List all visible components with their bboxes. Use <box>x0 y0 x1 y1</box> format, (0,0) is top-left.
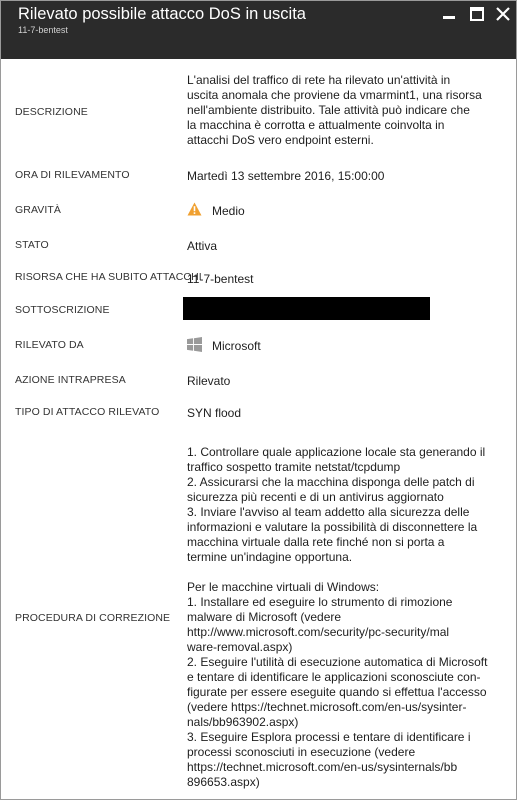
windows-logo-icon <box>187 337 202 352</box>
action-taken-label: AZIONE INTRAPRESA <box>15 374 126 386</box>
remediation-line: macchina virtuale dalla rete finché non … <box>187 535 445 549</box>
description-line: L'analisi del traffico di rete ha rileva… <box>187 73 451 87</box>
detected-by-value: Microsoft <box>212 339 261 353</box>
maximize-button[interactable] <box>469 6 485 22</box>
detection-time-value: Martedì 13 settembre 2016, 15:00:00 <box>187 169 385 183</box>
close-icon <box>496 7 510 21</box>
remediation-line: (vedere https://technet.microsoft.com/en… <box>187 700 467 714</box>
detected-by-label: RILEVATO DA <box>15 339 84 351</box>
attack-type-value: SYN flood <box>187 406 242 420</box>
remediation-line: processi sconosciuti in esecuzione (vede… <box>187 745 416 759</box>
remediation-steps-block: 1. Controllare quale applicazione locale… <box>187 445 505 565</box>
description-text: L'analisi del traffico di rete ha rileva… <box>187 73 505 148</box>
remediation-line: nals/bb963902.aspx) <box>187 715 299 729</box>
attacked-resource-label: RISORSA CHE HA SUBITO ATTACCHI <box>15 271 202 283</box>
remediation-line: informazioni e valutare la possibilità d… <box>187 520 478 534</box>
action-taken-value: Rilevato <box>187 374 231 388</box>
remediation-line: 2. Eseguire l'utilità di esecuzione auto… <box>187 655 488 669</box>
subscription-label: SOTTOSCRIZIONE <box>15 304 110 316</box>
attacked-resource-value: 11-7-bentest <box>187 272 254 286</box>
blade-title: Rilevato possibile attacco DoS in uscita <box>18 5 306 23</box>
alert-blade: Rilevato possibile attacco DoS in uscita… <box>0 0 517 800</box>
remediation-line: Per le macchine virtuali di Windows: <box>187 580 380 594</box>
remediation-line: http://www.microsoft.com/security/pc-sec… <box>187 625 450 639</box>
remediation-line: figurate per essere eseguite quando si e… <box>187 685 487 699</box>
remediation-line: 1. Controllare quale applicazione locale… <box>187 445 486 459</box>
remediation-line: 1. Installare ed eseguire lo strumento d… <box>187 595 453 609</box>
remediation-line: traffico sospetto tramite netstat/tcpdum… <box>187 460 401 474</box>
description-line: la macchina è corrotta e attualmente coi… <box>187 118 445 132</box>
remediation-line: ware-removal.aspx) <box>187 640 293 654</box>
remediation-line: 3. Inviare l'avviso al team addetto alla… <box>187 505 470 519</box>
remediation-windows-block: Per le macchine virtuali di Windows: 1. … <box>187 580 505 790</box>
remediation-line: malware di Microsoft (vedere <box>187 610 342 624</box>
remediation-line: 896653.aspx) <box>187 775 260 789</box>
state-label: STATO <box>15 239 49 251</box>
remediation-line: 3. Eseguire Esplora processi e tentare d… <box>187 730 471 744</box>
warning-icon <box>187 202 202 216</box>
remediation-line: termine un'indagine opportuna. <box>187 550 353 564</box>
description-line: attacchi DoS vero endpoint esterni. <box>187 133 374 147</box>
severity-label: GRAVITÀ <box>15 204 62 216</box>
title-bar: Rilevato possibile attacco DoS in uscita… <box>1 1 516 59</box>
remediation-label: PROCEDURA DI CORREZIONE <box>15 612 171 624</box>
subscription-redacted-value <box>183 297 430 320</box>
remediation-line: https://technet.microsoft.com/en-us/sysi… <box>187 760 458 774</box>
remediation-line: e tentare di identificare le applicazion… <box>187 670 481 684</box>
remediation-line: sicurezza più recenti e di un antivirus … <box>187 490 444 504</box>
severity-value: Medio <box>212 204 245 218</box>
blade-subtitle: 11-7-bentest <box>18 25 68 35</box>
state-value: Attiva <box>187 239 218 253</box>
close-button[interactable] <box>495 6 511 22</box>
description-line: nell'ambiente distribuito. Tale attività… <box>187 103 470 117</box>
attack-type-label: TIPO DI ATTACCO RILEVATO <box>15 406 160 418</box>
minimize-button[interactable] <box>441 6 457 22</box>
detection-time-label: ORA DI RILEVAMENTO <box>15 169 130 181</box>
remediation-line: 2. Assicurarsi che la macchina disponga … <box>187 475 475 489</box>
description-label: DESCRIZIONE <box>15 106 88 118</box>
description-line: uscita anomala che proviene da vmarmint1… <box>187 88 482 102</box>
